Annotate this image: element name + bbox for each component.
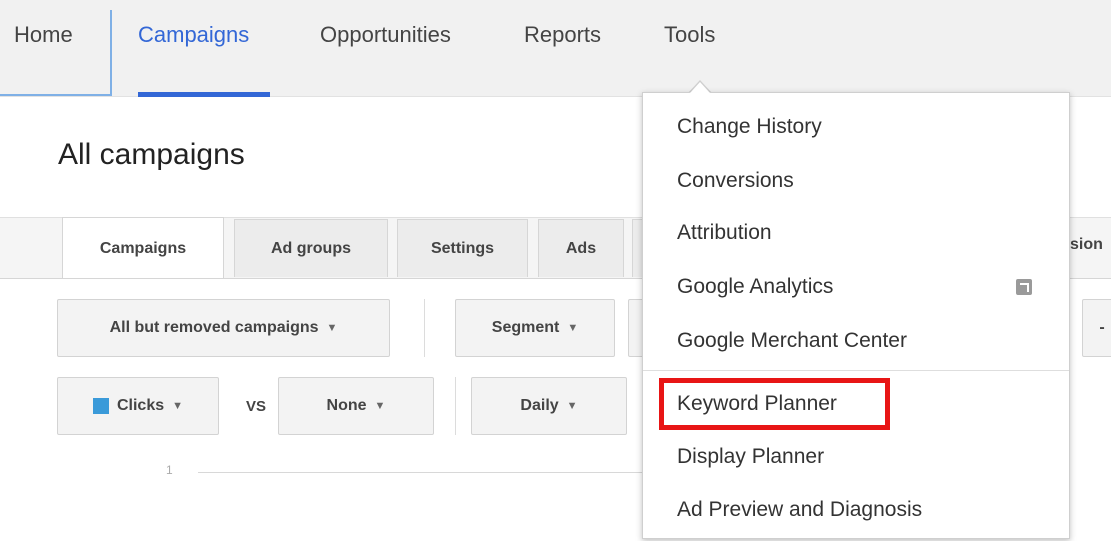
campaign-filter-label: All but removed campaigns [109,319,319,336]
chart-y-tick: 1 [166,463,173,477]
menu-item-display-planner[interactable]: Display Planner [677,445,824,469]
segment-dropdown[interactable]: Segment ▼ [455,299,615,357]
nav-home-border-bottom [0,94,112,96]
external-link-icon [1016,279,1032,295]
nav-opportunities[interactable]: Opportunities [320,22,451,48]
caret-down-icon: ▼ [566,400,578,412]
menu-pointer-inner [690,82,710,93]
nav-campaigns[interactable]: Campaigns [138,22,249,48]
tab-settings[interactable]: Settings [397,219,528,277]
menu-item-attribution[interactable]: Attribution [677,221,772,245]
caret-down-icon: ▼ [567,322,579,334]
toolbar-divider [424,299,425,357]
compare-metric-dropdown[interactable]: None ▼ [278,377,434,435]
tab-ads[interactable]: Ads [538,219,624,277]
menu-item-change-history[interactable]: Change History [677,115,822,139]
menu-divider [643,370,1069,371]
interval-label: Daily [520,397,559,414]
tools-menu: Change History Conversions Attribution G… [642,92,1070,539]
menu-item-google-analytics[interactable]: Google Analytics [677,275,833,299]
metric-dropdown[interactable]: Clicks ▼ [57,377,219,435]
caret-down-icon: ▼ [172,400,184,412]
metric-color-swatch [92,398,109,414]
nav-tools[interactable]: Tools [664,22,715,48]
vs-label: VS [246,398,267,415]
caret-down-icon: ▼ [326,322,338,334]
segment-label: Segment [491,319,560,336]
toolbar-divider [455,377,456,435]
menu-item-google-merchant-center[interactable]: Google Merchant Center [677,329,907,353]
nav-home-border [110,10,112,96]
toolbar-clipped-button[interactable]: - [1082,299,1111,357]
toolbar-clipped-label: - [1099,319,1105,336]
menu-item-conversions[interactable]: Conversions [677,169,794,193]
caret-down-icon: ▼ [374,400,386,412]
metric-label: Clicks [116,397,165,414]
nav-reports[interactable]: Reports [524,22,601,48]
nav-home[interactable]: Home [14,22,73,48]
page-title: All campaigns [58,138,245,171]
tab-ad-groups[interactable]: Ad groups [234,219,388,277]
menu-item-ad-preview-and-diagnosis[interactable]: Ad Preview and Diagnosis [677,498,922,522]
interval-dropdown[interactable]: Daily ▼ [471,377,627,435]
campaign-filter-dropdown[interactable]: All but removed campaigns ▼ [57,299,390,357]
chart-gridline [198,472,648,473]
tab-clipped-right[interactable]: sion [1070,236,1103,254]
tab-campaigns[interactable]: Campaigns [62,217,224,279]
nav-active-underline [138,92,270,97]
compare-metric-label: None [326,397,367,414]
keyword-planner-highlight [659,378,890,430]
top-nav: Home Campaigns Opportunities Reports Too… [0,0,1111,97]
